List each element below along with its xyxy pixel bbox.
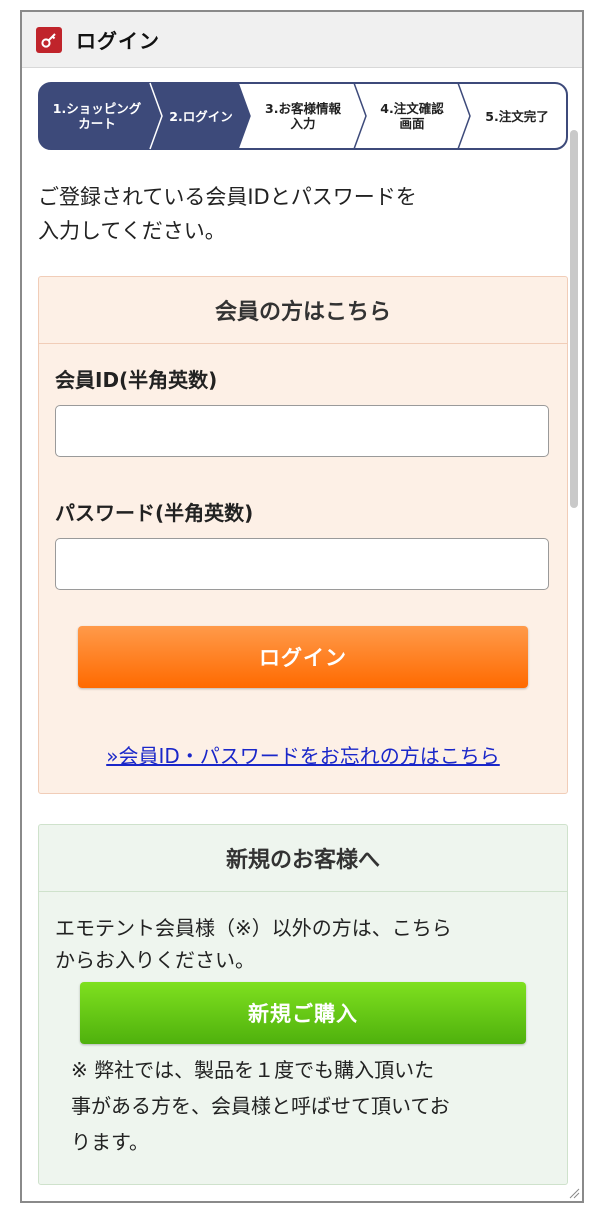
- new-customer-text: エモテント会員様（※）以外の方は、こちら からお入りください。: [55, 912, 551, 976]
- step-complete-line1: 5.注文完了: [485, 108, 549, 124]
- new-customer-text-line2: からお入りください。: [55, 948, 255, 972]
- member-login-heading: 会員の方はこちら: [39, 277, 567, 344]
- step-login: 2.ログイン: [160, 82, 242, 150]
- intro-line1: ご登録されている会員IDとパスワードを: [38, 185, 417, 209]
- checkout-steps: 1.ショッピング カート 2.ログイン 3.お客様情報 入力 4.注文確認 画面: [38, 82, 568, 150]
- step-cart-line2: カート: [78, 116, 116, 131]
- new-customer-heading: 新規のお客様へ: [39, 825, 567, 892]
- password-label: パスワード(半角英数): [55, 501, 254, 525]
- new-customer-panel: 新規のお客様へ エモテント会員様（※）以外の方は、こちら からお入りください。 …: [38, 824, 568, 1185]
- browser-window: ログイン 1.ショッピング カート 2.ログイン 3.お客様情報 入力 4.注文…: [20, 10, 584, 1203]
- intro-line2: 入力してください。: [38, 219, 226, 243]
- step-customer-info: 3.お客様情報 入力: [250, 82, 356, 150]
- member-id-input[interactable]: [55, 405, 549, 457]
- member-login-panel: 会員の方はこちら 会員ID(半角英数) パスワード(半角英数) ログイン »会員…: [38, 276, 568, 794]
- intro-text: ご登録されている会員IDとパスワードを 入力してください。: [38, 180, 568, 248]
- title-bar: ログイン: [22, 12, 582, 68]
- new-customer-text-line1: エモテント会員様（※）以外の方は、こちら: [55, 916, 452, 940]
- step-cart: 1.ショッピング カート: [42, 82, 152, 150]
- member-note: ※ 弊社では、製品を１度でも購入頂いた 事がある方を、会員様と呼ばせて頂いてお …: [55, 1052, 551, 1160]
- new-purchase-button[interactable]: 新規ご購入: [80, 982, 526, 1044]
- step-cart-line1: 1.ショッピング: [52, 101, 142, 116]
- resize-grip-icon[interactable]: [566, 1185, 580, 1199]
- scrollbar[interactable]: [570, 130, 578, 508]
- step-order-confirm-line1: 4.注文確認: [380, 101, 444, 116]
- member-note-line3: ります。: [71, 1130, 149, 1154]
- forgot-credentials-link[interactable]: »会員ID・パスワードをお忘れの方はこちら: [55, 740, 551, 769]
- main-content: 1.ショッピング カート 2.ログイン 3.お客様情報 入力 4.注文確認 画面: [38, 82, 568, 1185]
- step-order-confirm: 4.注文確認 画面: [364, 82, 460, 150]
- member-note-line1: ※ 弊社では、製品を１度でも購入頂いた: [71, 1058, 435, 1082]
- step-customer-info-line2: 入力: [290, 116, 316, 131]
- member-note-line2: 事がある方を、会員様と呼ばせて頂いてお: [71, 1094, 450, 1118]
- member-id-label: 会員ID(半角英数): [55, 368, 218, 392]
- step-complete: 5.注文完了: [470, 82, 564, 150]
- password-input[interactable]: [55, 538, 549, 590]
- step-login-line1: 2.ログイン: [169, 108, 233, 124]
- step-customer-info-line1: 3.お客様情報: [265, 101, 341, 116]
- key-icon: [36, 26, 62, 53]
- step-order-confirm-line2: 画面: [399, 116, 425, 131]
- login-button[interactable]: ログイン: [78, 626, 528, 688]
- window-title: ログイン: [76, 29, 160, 53]
